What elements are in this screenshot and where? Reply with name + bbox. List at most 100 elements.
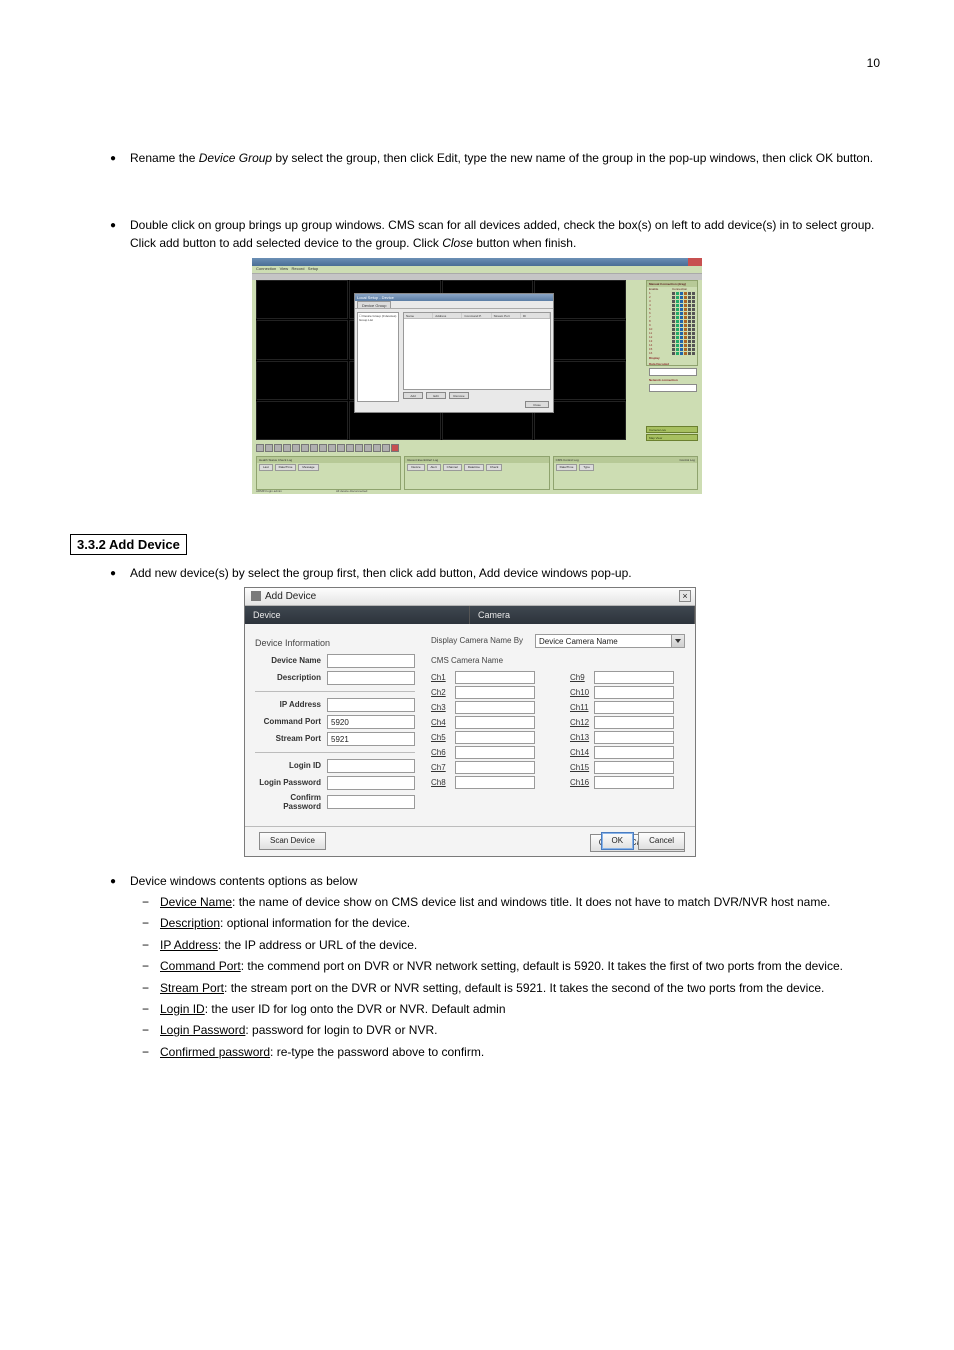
input-login-pw — [327, 776, 415, 790]
dash-item: −Confirmed password: re-type the passwor… — [142, 1044, 884, 1061]
label-stream-port: Stream Port — [255, 734, 327, 743]
dash-rest: : optional information for the device. — [220, 916, 410, 930]
channel-row: Ch2 — [431, 686, 546, 699]
dash-label: Stream Port — [160, 981, 224, 995]
scan-device-button: Scan Device — [259, 832, 326, 850]
dash-label: Login ID — [160, 1002, 205, 1016]
input-command-port: 5920 — [327, 715, 415, 729]
chevron-down-icon — [675, 639, 681, 643]
screenshot-add-device: Add Device × Device Camera Device Inform… — [244, 587, 696, 857]
channel-row: Ch5 — [431, 731, 546, 744]
label-confirm-pw: Confirm Password — [255, 793, 327, 811]
channel-row: Ch15 — [570, 761, 685, 774]
text: button when finish. — [473, 236, 576, 250]
cancel-button: Cancel — [638, 832, 685, 850]
channel-label: Ch1 — [431, 673, 455, 682]
section-header: 3.3.2 Add Device — [70, 534, 187, 555]
label-ip: IP Address — [255, 700, 327, 709]
dash-marker: − — [142, 915, 160, 932]
label-login-pw: Login Password — [255, 778, 327, 787]
channel-label: Ch16 — [570, 778, 594, 787]
dash-item: −Command Port: the commend port on DVR o… — [142, 958, 884, 975]
dash-marker: − — [142, 894, 160, 911]
dash-rest: : the commend port on DVR or NVR network… — [241, 959, 843, 973]
dash-rest: : the IP address or URL of the device. — [218, 938, 417, 952]
tab-camera: Camera — [470, 606, 695, 624]
channel-row: Ch3 — [431, 701, 546, 714]
channel-row: Ch16 — [570, 776, 685, 789]
input-ip — [327, 698, 415, 712]
input-description — [327, 671, 415, 685]
event-alert-panel: Recent Event/Alert Log Device Alert Chan… — [404, 456, 549, 490]
channel-row: Ch11 — [570, 701, 685, 714]
channel-input — [455, 701, 535, 714]
channel-label: Ch12 — [570, 718, 594, 727]
text: Rename the — [130, 151, 199, 165]
dash-marker: − — [142, 1001, 160, 1018]
dialog-title-bar: Add Device × — [245, 588, 695, 606]
channel-row: Ch9 — [570, 671, 685, 684]
channel-input — [455, 671, 535, 684]
cms-control-panel: CMS Control Log Control Log Date/Time Ty… — [553, 456, 698, 490]
channel-row: Ch13 — [570, 731, 685, 744]
label-command-port: Command Port — [255, 717, 327, 726]
dash-marker: − — [142, 1022, 160, 1039]
channel-input — [455, 776, 535, 789]
channel-row: Ch10 — [570, 686, 685, 699]
label-display-by: Display Camera Name By — [431, 636, 535, 645]
dash-label: IP Address — [160, 938, 218, 952]
input-confirm-pw — [327, 795, 415, 809]
select-display-by: Device Camera Name — [535, 634, 685, 648]
channel-input — [594, 716, 674, 729]
camera-live-button: Camera Live — [646, 426, 698, 433]
channel-input — [594, 701, 674, 714]
record-icon — [391, 444, 399, 452]
dash-item: −Login Password: password for login to D… — [142, 1022, 884, 1039]
dash-label: Command Port — [160, 959, 241, 973]
bullet-dot: ● — [110, 565, 130, 582]
dash-item: −Description: optional information for t… — [142, 915, 884, 932]
input-stream-port: 5921 — [327, 732, 415, 746]
input-login-id — [327, 759, 415, 773]
bullet-dot: ● — [110, 150, 130, 167]
health-status-panel: Health Status Check Log Last Date/Time M… — [256, 456, 401, 490]
label-login-id: Login ID — [255, 761, 327, 770]
page-number: 10 — [867, 56, 880, 70]
dash-rest: : the name of device show on CMS device … — [232, 895, 830, 909]
tab-device: Device — [245, 606, 470, 624]
channel-input — [455, 716, 535, 729]
channel-label: Ch6 — [431, 748, 455, 757]
dash-rest: : password for login to DVR or NVR. — [245, 1023, 437, 1037]
dash-marker: − — [142, 937, 160, 954]
status-left: ADMIN login admin — [256, 489, 282, 493]
text-em: Device Group — [199, 151, 272, 165]
label-description: Description — [255, 673, 327, 682]
label-cms-name: CMS Camera Name — [431, 656, 535, 665]
bullet-dot: ● — [110, 217, 130, 252]
dash-label: Description — [160, 916, 220, 930]
menu-bar: Connection View Record Setup — [252, 266, 702, 273]
close-icon: × — [679, 590, 691, 602]
dash-label: Device Name — [160, 895, 232, 909]
dash-item: −Stream Port: the stream port on the DVR… — [142, 980, 884, 997]
channel-input — [594, 761, 674, 774]
local-setup-dialog: Local Setup - Device Device Group ☐ Devi… — [354, 293, 554, 413]
channel-label: Ch7 — [431, 763, 455, 772]
channel-row: Ch1 — [431, 671, 546, 684]
dash-marker: − — [142, 980, 160, 997]
channel-input — [594, 671, 674, 684]
channel-row: Ch7 — [431, 761, 546, 774]
channel-input — [594, 731, 674, 744]
group-tree: ☐ Device Group (0 devices) Group List — [357, 312, 399, 402]
channel-label: Ch15 — [570, 763, 594, 772]
close-icon — [688, 258, 702, 266]
channel-label: Ch10 — [570, 688, 594, 697]
channel-input — [594, 776, 674, 789]
bullet-dot: ● — [110, 873, 130, 890]
channel-input — [455, 731, 535, 744]
channel-row: Ch14 — [570, 746, 685, 759]
bullet-add-device: Add new device(s) by select the group fi… — [130, 565, 884, 582]
dash-item: −IP Address: the IP address or URL of th… — [142, 937, 884, 954]
dash-rest: : re-type the password above to confirm. — [270, 1045, 484, 1059]
channel-input — [455, 686, 535, 699]
